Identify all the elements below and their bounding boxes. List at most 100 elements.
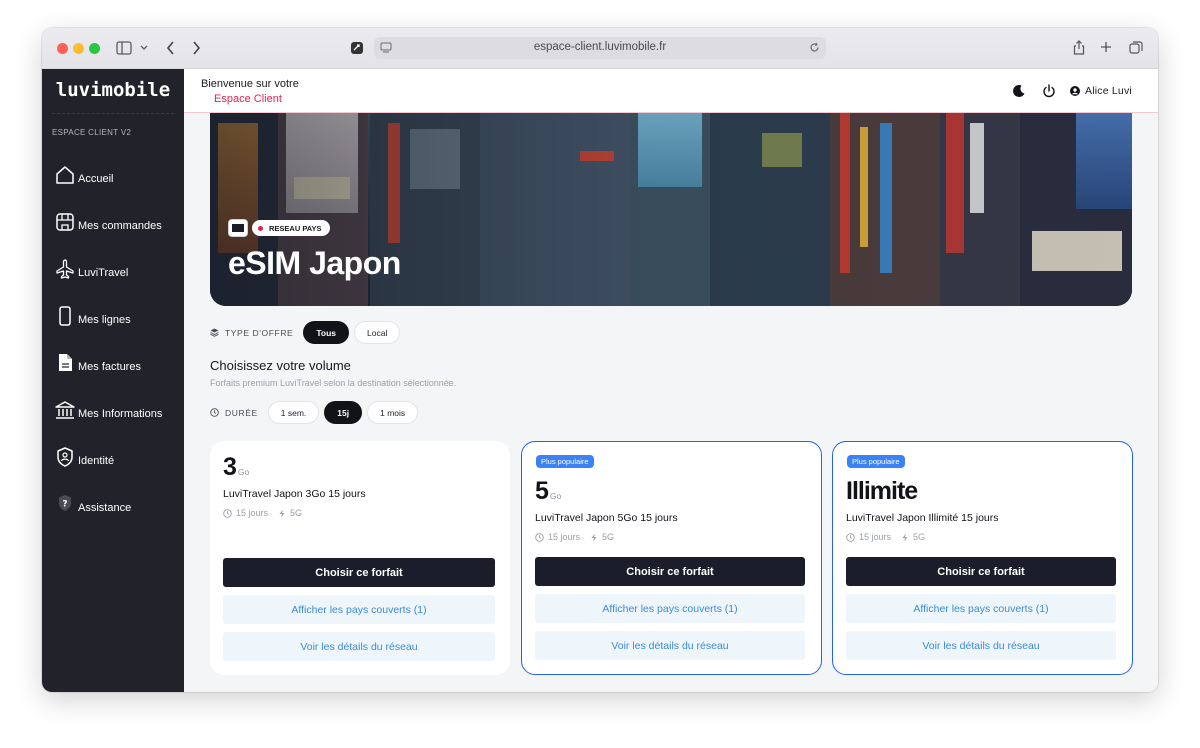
forward-icon[interactable] <box>192 41 201 55</box>
minimize-window-button[interactable] <box>73 43 84 54</box>
popular-badge: Plus populaire <box>847 455 905 468</box>
clock-icon <box>846 532 855 542</box>
bank-icon <box>55 401 75 419</box>
page-title: eSIM Japon <box>228 245 401 281</box>
browser-toolbar: espace-client.luvimobile.fr <box>42 28 1158 69</box>
sidebar-item-label: Mes factures <box>78 361 141 373</box>
share-icon[interactable] <box>1073 40 1085 55</box>
dark-mode-icon[interactable] <box>1012 84 1026 98</box>
choose-plan-button[interactable]: Choisir ce forfait <box>846 557 1116 586</box>
plan-name: LuviTravel Japon 5Go 15 jours <box>535 512 678 524</box>
network-details-button[interactable]: Voir les détails du réseau <box>223 632 495 661</box>
filter-chip-local[interactable]: Local <box>354 321 401 344</box>
sidebar-item-label: Assistance <box>78 502 132 514</box>
invoice-icon <box>59 354 72 371</box>
sidebar-item-informations[interactable]: Mes Informations <box>54 395 162 421</box>
help-icon: ? <box>59 495 71 511</box>
url-text: espace-client.luvimobile.fr <box>533 41 667 53</box>
network-details-button[interactable]: Voir les détails du réseau <box>846 631 1116 660</box>
region-badge-label: RESEAU PAYS <box>269 223 322 233</box>
section-title: Choisissez votre volume <box>210 358 351 373</box>
popular-badge: Plus populaire <box>536 455 594 468</box>
show-countries-button[interactable]: Afficher les pays couverts (1) <box>846 594 1116 623</box>
clock-icon <box>535 532 544 542</box>
address-bar[interactable]: espace-client.luvimobile.fr <box>374 37 826 59</box>
plan-name: LuviTravel Japon 3Go 15 jours <box>223 488 366 500</box>
plan-meta: 15 jours 5G <box>535 532 614 542</box>
reload-icon[interactable] <box>809 42 820 53</box>
show-countries-button[interactable]: Afficher les pays couverts (1) <box>223 595 495 624</box>
sidebar-item-label: Mes Informations <box>78 408 163 420</box>
network-details-button[interactable]: Voir les détails du réseau <box>535 631 805 660</box>
user-name: Alice Luvi <box>1085 85 1132 97</box>
welcome-accent-text: Espace Client <box>214 93 282 105</box>
sidebar: luvimobile ESPACE CLIENT V2 Accueil Mes … <box>42 69 184 692</box>
plan-duration: 15 jours <box>859 532 892 542</box>
sidebar-item-luvitravel[interactable]: LuviTravel <box>54 254 128 280</box>
plan-duration: 15 jours <box>548 532 581 542</box>
plan-name: LuviTravel Japon Illimité 15 jours <box>846 512 999 524</box>
plan-card-popular: Plus populaire Illimite LuviTravel Japon… <box>832 441 1133 675</box>
offer-type-label-group: TYPE D'OFFRE <box>210 328 293 338</box>
plan-meta: 15 jours 5G <box>223 508 302 518</box>
hero-banner: RESEAU PAYS eSIM Japon <box>210 113 1132 306</box>
bolt-icon <box>591 533 597 541</box>
plan-volume: 5 Go <box>535 477 562 505</box>
filter-chip-tous[interactable]: Tous <box>303 321 350 344</box>
duration-label-group: DURÉE <box>210 408 258 418</box>
phone-icon <box>59 306 71 326</box>
sidebar-item-accueil[interactable]: Accueil <box>54 160 113 186</box>
app-header: Bienvenue sur votre Espace Client Alice … <box>184 69 1158 113</box>
layers-icon <box>210 328 219 337</box>
duration-chip-15j[interactable]: 15j <box>324 401 363 424</box>
tab-overview-icon[interactable] <box>1129 41 1143 54</box>
divider <box>52 113 174 114</box>
zoom-window-button[interactable] <box>89 43 100 54</box>
show-countries-button[interactable]: Afficher les pays couverts (1) <box>535 594 805 623</box>
sidebar-item-lignes[interactable]: Mes lignes <box>54 301 131 327</box>
region-badge: RESEAU PAYS <box>252 220 330 236</box>
duration-chip-1mois[interactable]: 1 mois <box>367 401 419 424</box>
power-icon[interactable] <box>1042 84 1056 98</box>
plan-network: 5G <box>913 532 926 542</box>
sidebar-item-identite[interactable]: Identité <box>54 442 114 468</box>
plan-volume: 3 Go <box>223 453 250 481</box>
sidebar-toggle-icon[interactable] <box>116 41 132 55</box>
duration-filter: DURÉE 1 sem. 15j 1 mois <box>210 401 423 424</box>
sidebar-item-label: Identité <box>78 455 115 467</box>
sidebar-item-factures[interactable]: Mes factures <box>54 348 141 374</box>
hero-badges: RESEAU PAYS <box>228 219 330 237</box>
sidebar-item-assistance[interactable]: ? Assistance <box>54 489 131 515</box>
chevron-down-icon[interactable] <box>140 45 148 51</box>
plan-meta: 15 jours 5G <box>846 532 925 542</box>
choose-plan-button[interactable]: Choisir ce forfait <box>535 557 805 586</box>
country-flag-icon <box>228 219 248 237</box>
user-menu[interactable]: Alice Luvi <box>1070 85 1132 97</box>
offer-type-filter: TYPE D'OFFRE Tous Local <box>210 321 405 344</box>
plan-volume: Illimite <box>846 477 918 505</box>
back-icon[interactable] <box>166 41 175 55</box>
welcome-text: Bienvenue sur votre <box>201 78 299 90</box>
sidebar-item-label: Accueil <box>78 173 114 185</box>
browser-window: espace-client.luvimobile.fr luvimobile E… <box>42 28 1158 692</box>
offer-type-label: TYPE D'OFFRE <box>225 327 294 338</box>
extension-icon[interactable] <box>350 41 364 55</box>
user-icon <box>1070 86 1080 96</box>
plan-card-popular: Plus populaire 5 Go LuviTravel Japon 5Go … <box>521 441 822 675</box>
close-window-button[interactable] <box>57 43 68 54</box>
choose-plan-button[interactable]: Choisir ce forfait <box>223 558 495 587</box>
duration-label: DURÉE <box>225 407 258 418</box>
sidebar-item-label: Mes commandes <box>78 220 162 232</box>
sidebar-item-commandes[interactable]: Mes commandes <box>54 207 162 233</box>
clock-icon <box>210 408 219 417</box>
svg-text:?: ? <box>62 500 67 510</box>
duration-chip-1sem[interactable]: 1 sem. <box>267 401 320 424</box>
section-subtitle: Forfaits premium LuviTravel selon la des… <box>210 378 457 388</box>
new-tab-icon[interactable] <box>1100 41 1112 53</box>
plan-card: 3 Go LuviTravel Japon 3Go 15 jours 15 jou… <box>210 441 510 675</box>
shop-icon <box>56 213 74 231</box>
brand-logo[interactable]: luvimobile <box>42 79 184 101</box>
id-shield-icon <box>57 447 73 467</box>
bolt-icon <box>902 533 908 541</box>
sidebar-item-label: LuviTravel <box>78 267 129 279</box>
